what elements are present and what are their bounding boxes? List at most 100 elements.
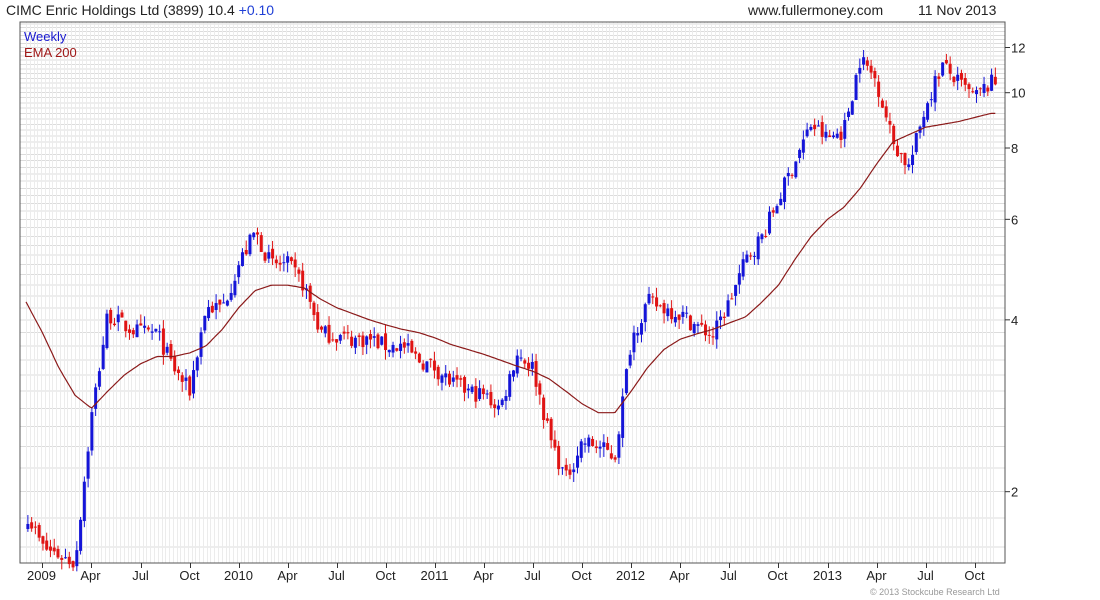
- candle-body: [429, 358, 433, 360]
- candle-body: [267, 252, 271, 259]
- candle-body: [515, 355, 519, 374]
- candle-body: [165, 346, 169, 353]
- candle-body: [259, 235, 263, 252]
- candle: [756, 232, 760, 265]
- candle-body: [549, 418, 553, 441]
- candle-body: [598, 446, 602, 449]
- candle-body: [568, 469, 572, 475]
- candle-body: [447, 373, 451, 385]
- candle-body: [451, 377, 455, 382]
- candle-body: [188, 376, 192, 396]
- candle-body: [481, 388, 485, 395]
- candle-body: [903, 152, 907, 166]
- candle-body: [907, 164, 911, 167]
- candle-body: [244, 249, 248, 255]
- candle-body: [948, 63, 952, 74]
- candle-body: [843, 120, 847, 139]
- ema-line: [25, 112, 996, 414]
- candle-body: [666, 308, 670, 317]
- candle-body: [722, 316, 726, 318]
- candle-body: [97, 371, 101, 387]
- candle-body: [331, 339, 335, 341]
- candle-body: [703, 324, 707, 336]
- copyright-notice: © 2013 Stockcube Research Ltd: [870, 587, 1000, 597]
- candle-body: [692, 323, 696, 334]
- candle-body: [941, 62, 945, 76]
- x-tick-label: Apr: [473, 568, 494, 583]
- candle: [481, 384, 485, 400]
- candle-body: [639, 323, 643, 335]
- candle-body: [222, 302, 226, 304]
- candle-body: [530, 361, 534, 369]
- candle-body: [414, 351, 418, 354]
- candle-body: [617, 434, 621, 458]
- candle: [451, 370, 455, 387]
- candle-body: [308, 285, 312, 302]
- x-tick-label: Oct: [571, 568, 592, 583]
- candle: [741, 251, 745, 281]
- candle-body: [937, 76, 941, 79]
- candle-body: [967, 84, 971, 90]
- candle-body: [64, 557, 68, 559]
- y-tick-label: 4: [1011, 313, 1018, 328]
- candle-body: [417, 353, 421, 363]
- candle-body: [402, 342, 406, 348]
- candle: [771, 207, 775, 217]
- candle-body: [511, 370, 515, 377]
- candle-body: [199, 332, 203, 357]
- candle-body: [131, 330, 135, 335]
- candle-body: [26, 523, 30, 529]
- candle: [508, 370, 512, 401]
- candle-body: [527, 362, 531, 369]
- candle: [854, 73, 858, 101]
- candle-body: [120, 312, 124, 318]
- candle-body: [474, 386, 478, 402]
- candle-body: [380, 336, 384, 345]
- candle-body: [286, 256, 290, 263]
- candle-body: [124, 320, 128, 332]
- candle-body: [466, 388, 470, 391]
- candle-body: [312, 302, 316, 316]
- candle-body: [647, 293, 651, 304]
- candle-body: [455, 375, 459, 380]
- candle-body: [888, 120, 892, 125]
- candle-body: [214, 303, 218, 310]
- candle-body: [425, 361, 429, 373]
- candle-body: [82, 481, 86, 522]
- candle-body: [553, 439, 557, 448]
- candle-body: [523, 360, 527, 364]
- candle-body: [632, 332, 636, 353]
- candle: [579, 438, 583, 463]
- candle-body: [831, 135, 835, 138]
- candle-body: [135, 324, 139, 338]
- candle: [79, 516, 83, 555]
- candle-body: [828, 135, 832, 138]
- candle-body: [493, 404, 497, 409]
- candle: [941, 62, 945, 77]
- candle: [500, 398, 504, 408]
- candle-body: [715, 320, 719, 340]
- candle-body: [929, 99, 933, 101]
- candle-body: [278, 262, 282, 265]
- candle-body: [606, 443, 610, 450]
- candle-body: [685, 312, 689, 314]
- candle-body: [289, 257, 293, 262]
- candle-body: [839, 131, 843, 141]
- candle-body: [105, 313, 109, 349]
- candle: [933, 70, 937, 112]
- candle-body: [655, 297, 659, 307]
- candle: [918, 125, 922, 139]
- candle-body: [944, 59, 948, 64]
- candle-body: [696, 324, 700, 326]
- candle-body: [790, 174, 794, 176]
- candle-body: [335, 339, 339, 343]
- x-tick-label: Oct: [179, 568, 200, 583]
- candle-body: [560, 467, 564, 469]
- chart-grid: [20, 22, 1005, 563]
- candle: [165, 342, 169, 356]
- candle: [726, 294, 730, 317]
- candle-body: [824, 131, 828, 138]
- candle-body: [248, 234, 252, 255]
- candle: [387, 349, 391, 357]
- candle-body: [207, 307, 211, 319]
